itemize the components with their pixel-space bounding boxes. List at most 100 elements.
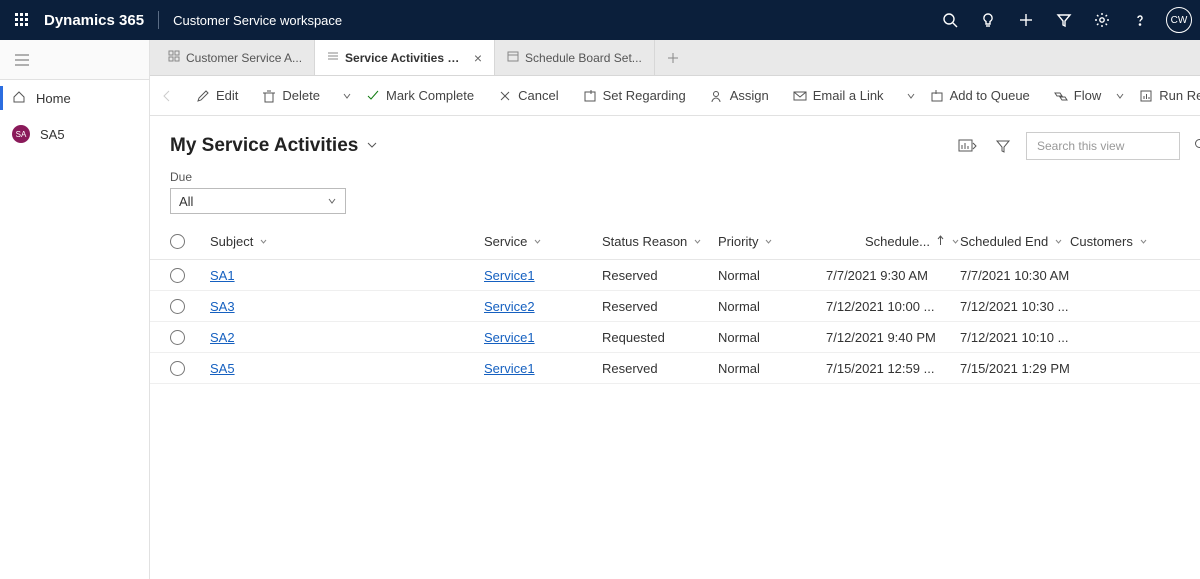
view-selector-button[interactable] — [366, 139, 378, 154]
flow-split-button[interactable] — [1115, 91, 1125, 101]
show-chart-button[interactable] — [954, 133, 980, 159]
site-map: Home SA SA5 — [0, 40, 150, 579]
status-cell: Reserved — [602, 268, 718, 283]
service-link[interactable]: Service1 — [484, 268, 535, 283]
edit-button[interactable]: Edit — [186, 82, 248, 110]
service-link[interactable]: Service1 — [484, 361, 535, 376]
nav-recent-label: SA5 — [40, 127, 65, 142]
sort-ascending-icon[interactable] — [936, 234, 945, 249]
search-icon[interactable] — [1194, 138, 1200, 154]
select-all-button[interactable] — [170, 234, 185, 249]
filter-button[interactable] — [990, 133, 1016, 159]
app-name: Customer Service workspace — [173, 13, 342, 28]
entity-badge-icon: SA — [12, 125, 30, 143]
view-header: My Service Activities — [150, 116, 1200, 166]
row-select[interactable] — [170, 361, 185, 376]
user-avatar[interactable]: CW — [1166, 7, 1192, 33]
due-value: All — [179, 194, 193, 209]
row-select[interactable] — [170, 299, 185, 314]
mark-complete-button[interactable]: Mark Complete — [356, 82, 484, 110]
app-header: Dynamics 365 Customer Service workspace … — [0, 0, 1200, 40]
col-status-reason[interactable]: Status Reason — [602, 234, 718, 249]
grid-header: Subject Service Status Reason Priority S… — [150, 224, 1200, 260]
scheduled-end-cell: 7/15/2021 1:29 PM — [960, 361, 1070, 376]
status-cell: Reserved — [602, 361, 718, 376]
flow-button[interactable]: Flow — [1044, 82, 1111, 110]
data-grid: Subject Service Status Reason Priority S… — [150, 224, 1200, 384]
quick-search[interactable] — [1026, 132, 1180, 160]
table-row[interactable]: SA1Service1ReservedNormal7/7/2021 9:30 A… — [150, 260, 1200, 291]
status-cell: Reserved — [602, 299, 718, 314]
search-icon[interactable] — [932, 0, 968, 40]
col-subject[interactable]: Subject — [204, 234, 484, 249]
delete-split-button[interactable] — [342, 91, 352, 101]
lightbulb-icon[interactable] — [970, 0, 1006, 40]
session-tabs: Customer Service A... Service Activities… — [150, 40, 1200, 76]
home-icon — [12, 90, 26, 107]
tab-customer-service-agent[interactable]: Customer Service A... — [156, 40, 315, 75]
table-row[interactable]: SA5 Service1 ReservedNormal7/15/2021 12:59… — [150, 353, 1200, 384]
set-regarding-button[interactable]: Set Regarding — [573, 82, 696, 110]
tab-schedule-board[interactable]: Schedule Board Set... — [495, 40, 655, 75]
tab-label: Service Activities My Ser... — [345, 51, 468, 65]
hamburger-button[interactable] — [0, 40, 149, 80]
tab-label: Customer Service A... — [186, 51, 302, 65]
table-row[interactable]: SA2Service1RequestedNormal7/12/2021 9:40… — [150, 322, 1200, 353]
priority-cell: Normal — [718, 299, 826, 314]
table-row[interactable]: SA3 Service2 ReservedNormal7/12/2021 10:00… — [150, 291, 1200, 322]
row-select[interactable] — [170, 268, 185, 283]
search-input[interactable] — [1035, 138, 1194, 154]
service-link[interactable]: Service2 — [484, 299, 535, 314]
tab-service-activities[interactable]: Service Activities My Ser... × — [315, 40, 495, 75]
priority-cell: Normal — [718, 361, 826, 376]
new-tab-button[interactable] — [655, 40, 691, 75]
gear-icon[interactable] — [1084, 0, 1120, 40]
add-to-queue-button[interactable]: Add to Queue — [920, 82, 1040, 110]
run-report-button[interactable]: Run Report — [1129, 82, 1200, 110]
view-title: My Service Activities — [170, 135, 358, 157]
dashboard-icon — [168, 50, 180, 65]
help-icon[interactable] — [1122, 0, 1158, 40]
chevron-down-icon — [327, 194, 337, 209]
cancel-button[interactable]: Cancel — [488, 82, 568, 110]
email-link-button[interactable]: Email a Link — [783, 82, 894, 110]
chevron-down-icon[interactable] — [951, 234, 960, 249]
scheduled-start-cell: 7/7/2021 9:30 AM — [826, 268, 960, 283]
back-button[interactable] — [160, 89, 174, 103]
scheduled-start-cell: 7/12/2021 10:00 ... — [826, 299, 960, 314]
col-service[interactable]: Service — [484, 234, 602, 249]
tab-label: Schedule Board Set... — [525, 51, 642, 65]
col-customers[interactable]: Customers — [1070, 234, 1160, 249]
subject-link[interactable]: SA3 — [210, 299, 235, 314]
subject-link[interactable]: SA1 — [210, 268, 235, 283]
app-launcher-icon[interactable] — [8, 0, 36, 40]
email-link-split-button[interactable] — [906, 91, 916, 101]
scheduled-end-cell: 7/12/2021 10:10 ... — [960, 330, 1070, 345]
scheduled-start-cell: 7/15/2021 12:59 ... — [826, 361, 960, 376]
due-select[interactable]: All — [170, 188, 346, 214]
nav-home-label: Home — [36, 91, 71, 106]
nav-home[interactable]: Home — [0, 80, 149, 116]
add-icon[interactable] — [1008, 0, 1044, 40]
row-select[interactable] — [170, 330, 185, 345]
brand-label: Dynamics 365 — [44, 12, 144, 29]
col-scheduled-end[interactable]: Scheduled End — [960, 234, 1070, 249]
command-bar: Edit Delete Mark Complete Cancel Set Reg… — [150, 76, 1200, 116]
close-icon[interactable]: × — [474, 50, 482, 66]
delete-button[interactable]: Delete — [252, 82, 330, 110]
priority-cell: Normal — [718, 330, 826, 345]
subject-link[interactable]: SA5 — [210, 361, 235, 376]
service-link[interactable]: Service1 — [484, 330, 535, 345]
status-cell: Requested — [602, 330, 718, 345]
assign-button[interactable]: Assign — [700, 82, 779, 110]
due-label: Due — [170, 170, 1180, 184]
due-filter: Due All — [150, 166, 1200, 224]
col-scheduled-start[interactable]: Schedule... — [865, 234, 930, 249]
filter-icon[interactable] — [1046, 0, 1082, 40]
nav-recent-item[interactable]: SA SA5 — [0, 116, 149, 152]
calendar-icon — [507, 50, 519, 65]
list-icon — [327, 50, 339, 65]
scheduled-end-cell: 7/12/2021 10:30 ... — [960, 299, 1070, 314]
subject-link[interactable]: SA2 — [210, 330, 235, 345]
col-priority[interactable]: Priority — [718, 234, 826, 249]
